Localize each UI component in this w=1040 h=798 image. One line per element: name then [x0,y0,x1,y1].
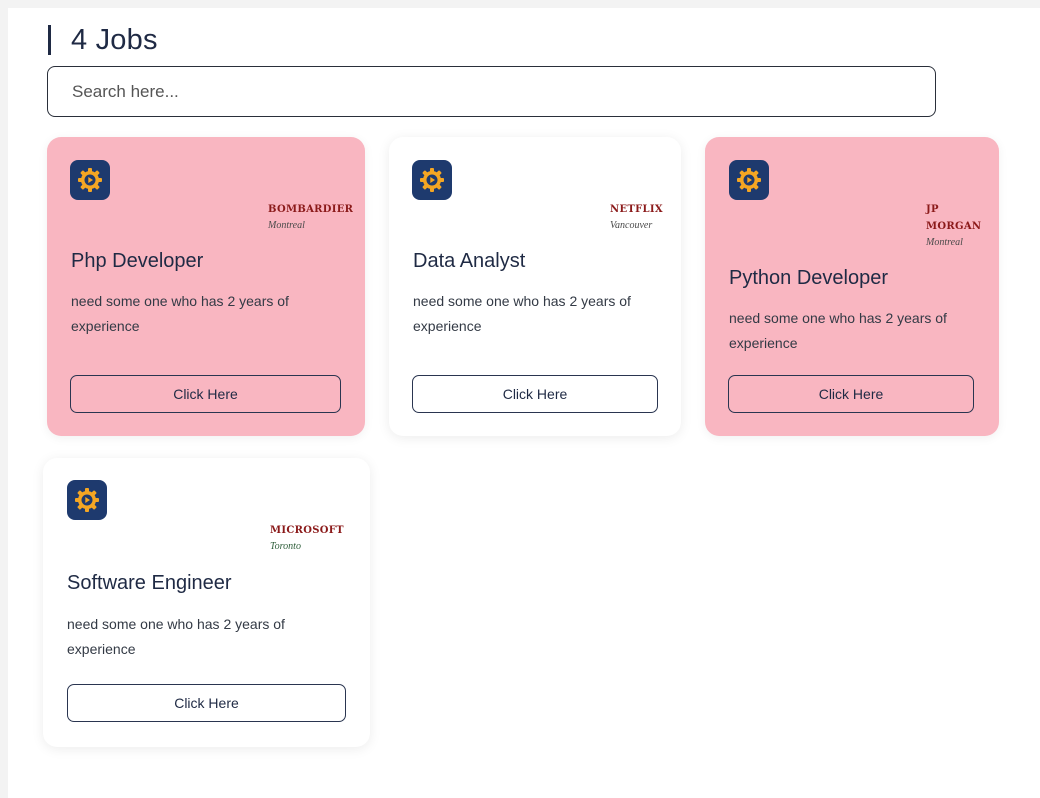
company-name: BOMBARDIER [268,204,354,215]
company-block: NETFLIX Vancouver [610,201,663,234]
job-card-python-developer: JP MORGAN Montreal Python Developer need… [705,137,999,436]
page-heading: 4 Jobs [48,22,158,58]
click-here-button[interactable]: Click Here [728,375,974,413]
company-block: BOMBARDIER Montreal [268,201,353,234]
job-title: Software Engineer [67,572,232,594]
gear-play-icon [412,160,452,200]
job-description: need some one who has 2 years of experie… [71,293,289,334]
gear-play-icon [67,480,107,520]
company-name: NETFLIX [610,204,663,215]
company-city: Toronto [270,541,301,552]
page-title: 4 Jobs [71,23,158,56]
search-input[interactable] [47,66,936,117]
job-title: Data Analyst [413,250,526,272]
company-name: MICROSOFT [270,525,344,536]
job-title: Python Developer [729,267,888,289]
job-description: need some one who has 2 years of experie… [67,616,285,657]
job-description: need some one who has 2 years of experie… [729,310,947,351]
heading-accent-bar [48,25,51,55]
company-city: Montreal [268,220,305,231]
company-city: Vancouver [610,220,653,231]
job-title: Php Developer [71,250,204,272]
company-name: JP MORGAN [926,204,982,232]
company-block: MICROSOFT Toronto [270,522,344,555]
jobs-panel: 4 Jobs BOMBARDIER Montreal Php Developer… [8,8,1040,798]
company-city: Montreal [926,237,963,248]
click-here-button[interactable]: Click Here [70,375,341,413]
gear-play-icon [70,160,110,200]
click-here-button[interactable]: Click Here [412,375,658,413]
job-card-data-analyst: NETFLIX Vancouver Data Analyst need some… [389,137,681,436]
click-here-button[interactable]: Click Here [67,684,346,722]
job-card-software-engineer: MICROSOFT Toronto Software Engineer need… [43,458,370,747]
company-block: JP MORGAN Montreal [926,201,982,251]
job-card-php-developer: BOMBARDIER Montreal Php Developer need s… [47,137,365,436]
gear-play-icon [729,160,769,200]
job-description: need some one who has 2 years of experie… [413,293,631,334]
